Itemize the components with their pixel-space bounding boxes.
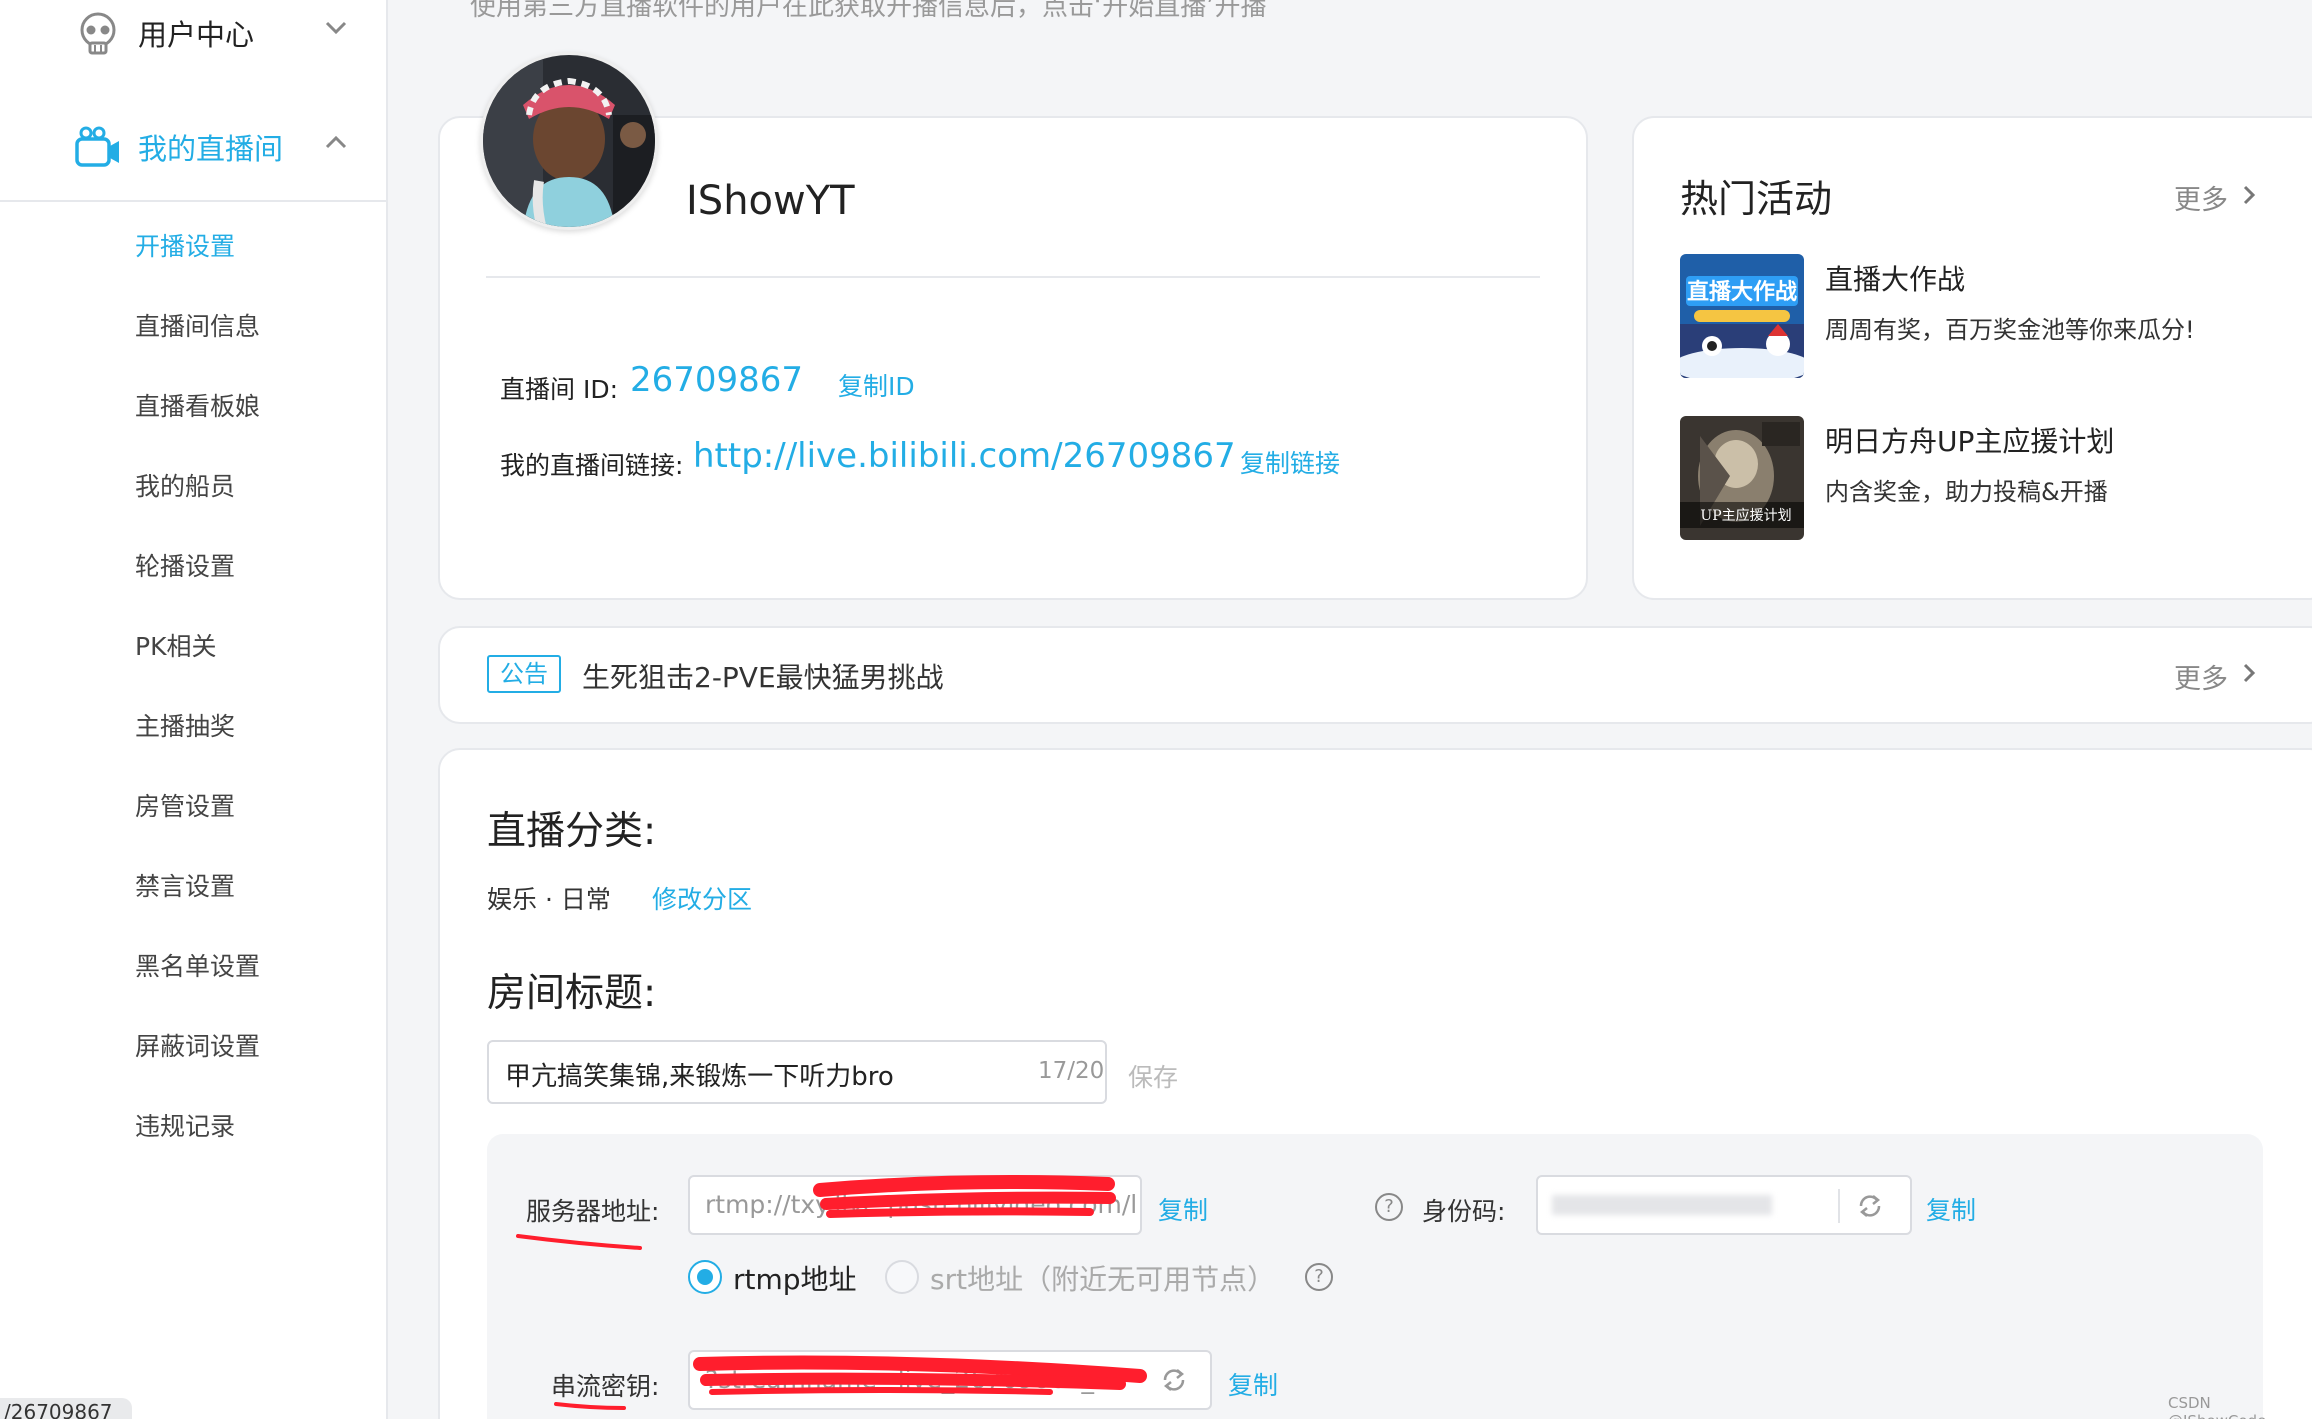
activity-name[interactable]: 直播大作战 [1825, 258, 1965, 298]
sidebar-group-label: 用户中心 [138, 18, 255, 52]
server-address-label: 服务器地址: [526, 1197, 660, 1226]
sidebar: 用户中心 我的直播间 开播设置 直播间信息 直播看板娘 我的船员 轮播设置 PK… [0, 0, 388, 1419]
svg-text:UP主应援计划: UP主应援计划 [1700, 507, 1791, 524]
stream-key-label: 串流密钥: [551, 1372, 660, 1401]
server-address-value: rtmp://txy.live-push.bilivideo.com/live-… [705, 1190, 1135, 1219]
camera-icon [75, 126, 119, 167]
room-title-value[interactable]: 甲亢搞笑集锦,来锻炼一下听力bro [505, 1056, 894, 1093]
rtmp-radio-label[interactable]: rtmp地址 [733, 1258, 857, 1298]
id-code-label: 身份码: [1422, 1197, 1506, 1226]
room-id-value: 26709867 [630, 360, 804, 400]
sidebar-item-violations[interactable]: 违规记录 [135, 1107, 235, 1143]
category-title: 直播分类: [487, 809, 657, 854]
room-title-label: 房间标题: [487, 971, 657, 1016]
avatar-image [483, 55, 655, 227]
copy-link-button[interactable]: 复制链接 [1240, 444, 1340, 480]
sidebar-group-my-room[interactable]: 我的直播间 [0, 112, 388, 180]
activity-desc: 周周有奖，百万奖金池等你来瓜分! [1825, 316, 2195, 344]
srt-radio[interactable] [885, 1260, 919, 1294]
sidebar-group-label: 我的直播间 [138, 132, 284, 166]
help-icon[interactable]: ? [1375, 1193, 1403, 1221]
sidebar-item-blacklist[interactable]: 黑名单设置 [135, 947, 260, 983]
sidebar-item-crew[interactable]: 我的船员 [135, 467, 235, 503]
help-icon[interactable]: ? [1305, 1263, 1333, 1291]
copy-stream-key-button[interactable]: 复制 [1228, 1366, 1278, 1402]
refresh-icon[interactable] [1856, 1192, 1884, 1220]
activity-thumbnail[interactable]: 直播大作战 [1680, 254, 1804, 378]
save-title-button[interactable]: 保存 [1128, 1058, 1178, 1094]
category-value: 娱乐 · 日常 [487, 885, 611, 914]
chevron-down-icon[interactable] [322, 14, 350, 42]
refresh-icon[interactable] [1160, 1366, 1188, 1394]
activity-desc: 内含奖金，助力投稿&开播 [1825, 478, 2108, 506]
room-title-char-count: 17/20 [1038, 1058, 1105, 1084]
watermark: CSDN @IShowCode [2168, 1394, 2266, 1419]
rtmp-radio[interactable] [688, 1260, 722, 1294]
skull-icon [80, 12, 116, 55]
sidebar-divider [0, 200, 386, 202]
status-url: /26709867 [0, 1398, 132, 1419]
sidebar-item-stream-settings[interactable]: 开播设置 [135, 227, 235, 263]
chevron-right-icon[interactable] [2238, 662, 2260, 684]
blurred-id-code [1552, 1195, 1772, 1215]
profile-divider [486, 276, 1540, 278]
activities-title: 热门活动 [1680, 177, 1833, 221]
svg-text:直播大作战: 直播大作战 [1687, 279, 1797, 305]
stream-key-value: ?streamname=live_26709867_ [705, 1365, 1095, 1394]
notice-tag: 公告 [487, 655, 561, 693]
sidebar-item-mute[interactable]: 禁言设置 [135, 867, 235, 903]
copy-id-button[interactable]: 复制ID [838, 367, 915, 403]
sidebar-group-user-center[interactable]: 用户中心 [0, 0, 388, 68]
activity-thumbnail[interactable]: UP主应援计划 [1680, 416, 1804, 540]
change-category-button[interactable]: 修改分区 [652, 880, 752, 916]
top-hint-text: 使用第三方直播软件的用户在此获取开播信息后，点击‘开始直播’开播 [470, 0, 1267, 22]
sidebar-item-blocked-words[interactable]: 屏蔽词设置 [135, 1027, 260, 1063]
chevron-up-icon[interactable] [322, 128, 350, 156]
activities-more-link[interactable]: 更多 [2174, 178, 2228, 217]
chevron-right-icon[interactable] [2238, 184, 2260, 206]
srt-radio-label: srt地址（附近无可用节点） [930, 1263, 1276, 1296]
copy-id-code-button[interactable]: 复制 [1926, 1191, 1976, 1227]
room-link-label: 我的直播间链接: [500, 451, 684, 480]
sidebar-item-lottery[interactable]: 主播抽奖 [135, 707, 235, 743]
room-id-label: 直播间 ID: [500, 375, 618, 404]
sidebar-item-mascot[interactable]: 直播看板娘 [135, 387, 260, 423]
notice-more-link[interactable]: 更多 [2174, 657, 2228, 696]
avatar[interactable] [480, 52, 658, 230]
username: IShowYT [686, 178, 855, 224]
sidebar-item-room-admins[interactable]: 房管设置 [135, 787, 235, 823]
notice-text[interactable]: 生死狙击2-PVE最快猛男挑战 [582, 656, 944, 696]
copy-server-button[interactable]: 复制 [1158, 1191, 1208, 1227]
sidebar-item-room-info[interactable]: 直播间信息 [135, 307, 260, 343]
room-link[interactable]: http://live.bilibili.com/26709867 [693, 436, 1236, 476]
sidebar-item-pk[interactable]: PK相关 [135, 627, 216, 663]
activity-name[interactable]: 明日方舟UP主应援计划 [1825, 420, 2114, 460]
sidebar-item-carousel[interactable]: 轮播设置 [135, 547, 235, 583]
